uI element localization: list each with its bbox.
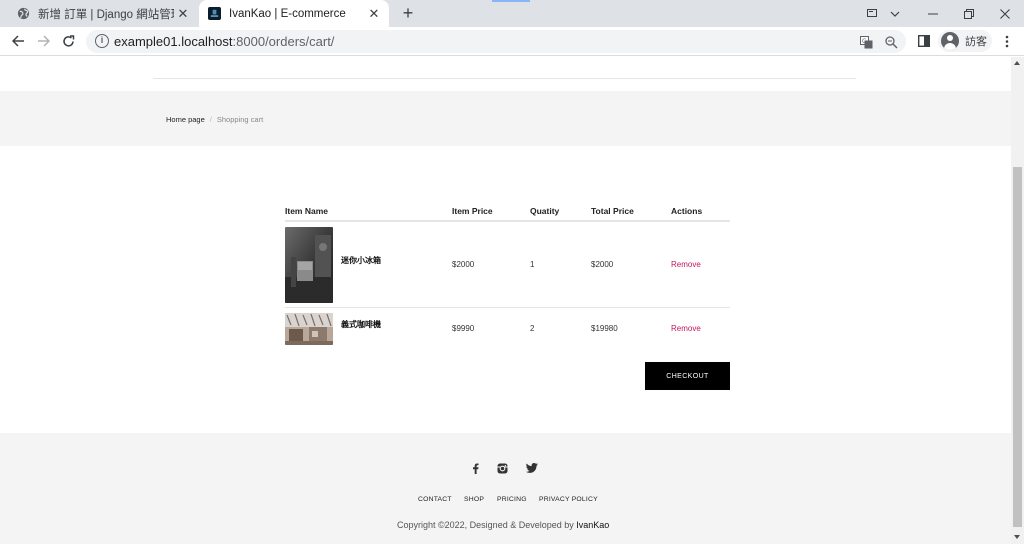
remove-button[interactable]: Remove: [671, 324, 701, 333]
scrollbar-thumb[interactable]: [1013, 167, 1022, 527]
back-arrow-icon[interactable]: [8, 31, 28, 51]
tab-drag-indicator: [492, 0, 530, 2]
scroll-up-arrow-icon[interactable]: [1014, 61, 1020, 65]
item-price: $9990: [452, 324, 475, 333]
breadcrumb: Home page / Shopping cart: [166, 115, 263, 124]
breadcrumb-home-link[interactable]: Home page: [166, 115, 205, 124]
scroll-down-arrow-icon[interactable]: [1014, 535, 1020, 539]
footer-link-contact[interactable]: CONTACT: [418, 496, 452, 503]
facebook-icon[interactable]: [468, 461, 482, 475]
translate-icon[interactable]: G: [859, 35, 873, 49]
breadcrumb-band: Home page / Shopping cart: [0, 91, 1011, 146]
header-actions: Actions: [671, 206, 703, 216]
footer-link-privacy-policy[interactable]: PRIVACY POLICY: [539, 496, 598, 503]
menu-kebab-icon[interactable]: [997, 31, 1017, 51]
checkout-button[interactable]: CHECKOUT: [645, 362, 730, 390]
cart-table-header: Item Name Item Price Quatity Total Price…: [285, 202, 730, 222]
browser-toolbar: i example01.localhost:8000/orders/cart/ …: [0, 27, 1024, 56]
table-row: 迷你小冰箱 $2000 1 $2000 Remove: [285, 222, 730, 308]
tab-search-icon[interactable]: [862, 0, 884, 27]
instagram-icon[interactable]: [495, 461, 509, 475]
close-window-icon[interactable]: [994, 0, 1016, 27]
product-image-espresso-machine[interactable]: [285, 313, 333, 345]
reload-icon[interactable]: [58, 31, 78, 51]
item-quantity: 2: [530, 324, 535, 333]
item-total-price: $2000: [591, 260, 614, 269]
header-item-price: Item Price: [452, 206, 493, 216]
side-panel-icon[interactable]: [914, 31, 934, 51]
tab-django-admin[interactable]: 新增 訂單 | Django 網站管理 ✕: [8, 0, 198, 27]
breadcrumb-separator: /: [209, 115, 212, 124]
site-footer: CONTACT SHOP PRICING PRIVACY POLICY Copy…: [0, 433, 1011, 544]
product-image-mini-fridge[interactable]: [285, 227, 333, 303]
tab-title: 新增 訂單 | Django 網站管理: [38, 8, 174, 21]
tab-ecommerce[interactable]: IvanKao | E-commerce ✕: [199, 0, 389, 27]
svg-text:G: G: [862, 38, 867, 45]
header-total-price: Total Price: [591, 206, 634, 216]
table-row: 義式咖啡機 $9990 2 $19980 Remove: [285, 308, 730, 350]
copyright-brand-link[interactable]: IvanKao: [576, 520, 609, 530]
page-viewport: Home page / Shopping cart Item Name Item P…: [0, 57, 1011, 544]
footer-link-shop[interactable]: SHOP: [464, 496, 484, 503]
tab-title: IvanKao | E-commerce: [229, 7, 346, 20]
item-total-price: $19980: [591, 324, 618, 333]
url-text: example01.localhost:8000/orders/cart/: [114, 34, 334, 49]
header-quantity: Quatity: [530, 206, 560, 216]
forward-arrow-icon[interactable]: [33, 31, 53, 51]
site-info-icon[interactable]: i: [95, 34, 109, 48]
remove-button[interactable]: Remove: [671, 260, 701, 269]
item-price: $2000: [452, 260, 475, 269]
breadcrumb-current: Shopping cart: [216, 115, 264, 124]
profile-label: 訪客: [965, 36, 987, 48]
header-item-name: Item Name: [285, 206, 328, 216]
profile-button[interactable]: 訪客: [938, 30, 992, 52]
url-host: example01.localhost: [114, 34, 233, 49]
cart-table: Item Name Item Price Quatity Total Price…: [285, 202, 730, 350]
globe-icon: [16, 7, 30, 21]
product-name[interactable]: 迷你小冰箱: [341, 255, 381, 266]
footer-link-pricing[interactable]: PRICING: [497, 496, 527, 503]
copyright-label: Copyright ©2022, Designed & Developed by: [397, 520, 577, 530]
copyright-text: Copyright ©2022, Designed & Developed by…: [397, 520, 609, 530]
header-divider: [153, 78, 856, 79]
product-name[interactable]: 義式咖啡機: [341, 319, 381, 330]
url-path: :8000/orders/cart/: [232, 34, 335, 49]
browser-tab-strip: 新增 訂單 | Django 網站管理 ✕ IvanKao | E-commer…: [0, 0, 1024, 27]
chevron-down-icon[interactable]: [885, 0, 905, 27]
close-tab-icon[interactable]: ✕: [365, 6, 383, 22]
zoom-icon[interactable]: [884, 35, 898, 49]
close-tab-icon[interactable]: ✕: [174, 6, 192, 22]
restore-window-icon[interactable]: [958, 0, 980, 27]
minimize-window-icon[interactable]: [922, 0, 944, 27]
item-quantity: 1: [530, 260, 535, 269]
new-tab-button[interactable]: +: [398, 3, 418, 24]
twitter-icon[interactable]: [525, 461, 539, 475]
address-bar[interactable]: i example01.localhost:8000/orders/cart/ …: [86, 30, 906, 53]
avatar-icon: [941, 32, 959, 50]
page-scrollbar[interactable]: [1011, 57, 1024, 544]
site-favicon-icon: [207, 7, 221, 21]
